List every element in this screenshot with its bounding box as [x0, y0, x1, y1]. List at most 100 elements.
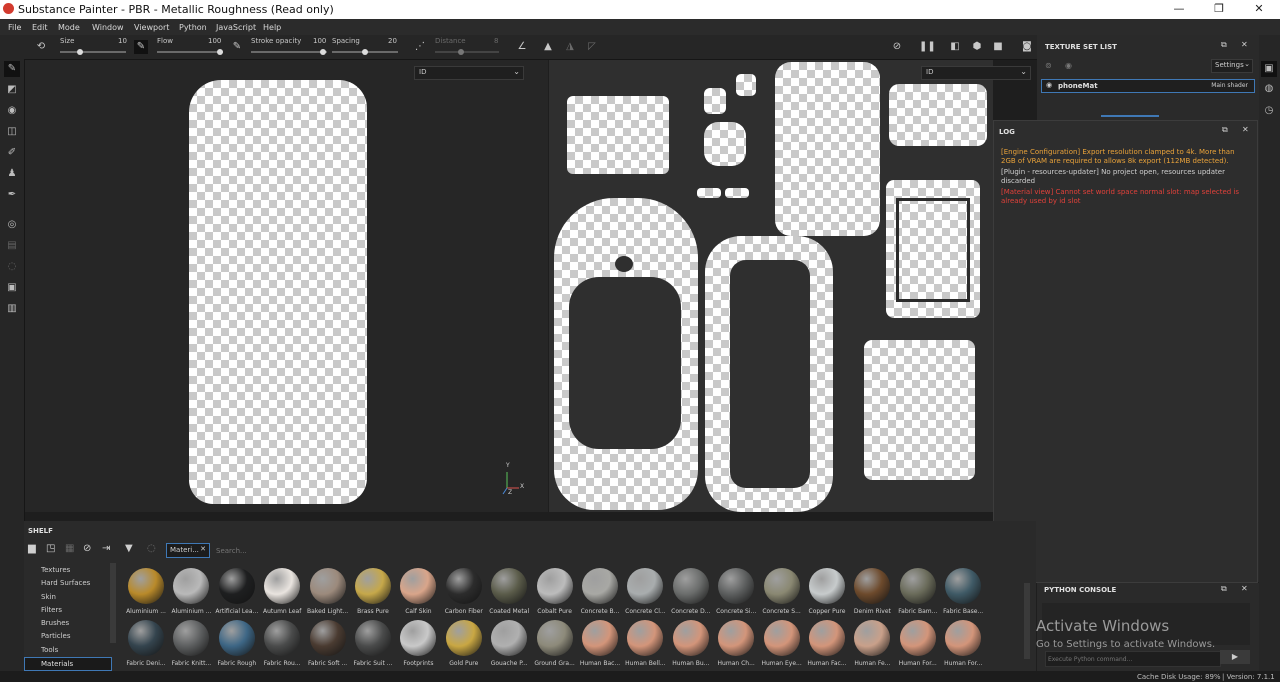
material-thumbnail[interactable]: Human For... — [898, 620, 938, 667]
material-thumbnail[interactable]: Concrete S... — [762, 568, 802, 615]
filter-icon[interactable]: ▼ — [125, 543, 133, 554]
delete-icon[interactable]: ▦ — [65, 543, 74, 554]
material-thumbnail[interactable]: Fabric Base... — [943, 568, 983, 615]
menu-file[interactable]: File — [8, 23, 21, 32]
distance-slider[interactable] — [435, 51, 499, 53]
spacing-slider-handle[interactable] — [362, 49, 368, 55]
menu-python[interactable]: Python — [179, 23, 207, 32]
angle-icon[interactable]: ∠ — [515, 40, 529, 54]
material-thumbnail[interactable]: Calf Skin — [398, 568, 438, 615]
projection-tool-icon[interactable]: ◉ — [4, 103, 20, 119]
material-thumbnail[interactable]: Fabric Deni... — [126, 620, 166, 667]
material-thumbnail[interactable]: Aluminium ... — [171, 568, 211, 615]
import-icon[interactable]: ⇥ — [102, 543, 110, 554]
eraser-icon[interactable]: ◩ — [4, 82, 20, 98]
symmetry-settings-icon[interactable]: ◮ — [563, 40, 577, 54]
size-value[interactable]: 10 — [118, 37, 127, 45]
material-thumbnail[interactable]: Autumn Leaf — [262, 568, 302, 615]
paint-brush-icon[interactable]: ✎ — [4, 61, 20, 77]
float-panel-icon[interactable]: ⧉ — [1222, 125, 1228, 135]
stroke-opacity-value[interactable]: 100 — [313, 37, 326, 45]
video-icon[interactable]: ■ — [991, 40, 1005, 54]
run-python-button[interactable]: ▶ — [1220, 650, 1250, 664]
material-thumbnail[interactable]: Denim Rivet — [852, 568, 892, 615]
material-thumbnail[interactable]: Ground Gra... — [534, 620, 575, 667]
category-hard-surfaces[interactable]: Hard Surfaces — [41, 579, 90, 587]
menu-mode[interactable]: Mode — [58, 23, 80, 32]
close-panel-icon[interactable]: ✕ — [1241, 584, 1248, 593]
hide-icon[interactable]: ⊘ — [890, 40, 904, 54]
geometry-icon[interactable]: ▤ — [4, 238, 20, 254]
material-thumbnail[interactable]: Human Bell... — [625, 620, 666, 667]
menu-edit[interactable]: Edit — [32, 23, 48, 32]
material-thumbnail[interactable]: Human Fe... — [852, 620, 892, 667]
size-slider-handle[interactable] — [77, 49, 83, 55]
viewport-2d[interactable]: ID ⌄ — [549, 60, 1031, 512]
material-thumbnail[interactable]: Fabric Rou... — [262, 620, 302, 667]
float-panel-icon[interactable]: ⧉ — [1221, 40, 1227, 50]
material-thumbnail[interactable]: Gold Pure — [444, 620, 484, 667]
texture-set-item[interactable]: ◉ phoneMat Main shader — [1041, 79, 1255, 93]
flow-slider[interactable] — [157, 51, 223, 53]
category-brushes[interactable]: Brushes — [41, 619, 69, 627]
pen-pressure-icon[interactable]: ✎ — [134, 40, 148, 54]
lazy-mouse-toggle-icon[interactable]: ⋰ — [413, 40, 427, 54]
spacing-value[interactable]: 20 — [388, 37, 397, 45]
category-skin[interactable]: Skin — [41, 593, 56, 601]
settings-button[interactable]: Settings ⌄ — [1211, 59, 1253, 73]
flow-slider-handle[interactable] — [217, 49, 223, 55]
material-thumbnail[interactable]: Human Fac... — [807, 620, 847, 667]
physics-icon[interactable]: ◌ — [4, 259, 20, 275]
material-thumbnail[interactable]: Artificial Lea... — [215, 568, 258, 615]
material-thumbnail[interactable]: Human For... — [943, 620, 983, 667]
viewport-3d[interactable]: ID ⌄ Y X Z — [25, 60, 548, 512]
material-thumbnail[interactable]: Fabric Rough — [217, 620, 257, 667]
material-thumbnail[interactable]: Concrete Cl... — [625, 568, 666, 615]
viewport-3d-channel-select[interactable]: ID ⌄ — [414, 66, 524, 80]
camera-mode-icon[interactable]: ⬢ — [970, 40, 984, 54]
category-particles[interactable]: Particles — [41, 632, 71, 640]
material-thumbnail[interactable]: Human Bac... — [580, 620, 620, 667]
category-tools[interactable]: Tools — [41, 646, 58, 654]
material-thumbnail[interactable]: Fabric Suit ... — [353, 620, 393, 667]
material-thumbnail[interactable]: Concrete Si... — [716, 568, 756, 615]
material-thumbnail[interactable]: Coated Metal — [489, 568, 529, 615]
visibility-icon[interactable]: ◉ — [1046, 81, 1052, 89]
material-thumbnail[interactable]: Copper Pure — [807, 568, 847, 615]
viewport-2d-channel-select[interactable]: ID ⌄ — [921, 66, 1031, 80]
polygon-fill-icon[interactable]: ◫ — [4, 124, 20, 140]
shelf-search-input[interactable] — [214, 543, 598, 558]
material-thumbnail[interactable]: Human Ch... — [716, 620, 756, 667]
screenshot-icon[interactable]: ◙ — [1020, 40, 1034, 54]
stroke-opacity-slider[interactable] — [251, 51, 327, 53]
material-thumbnail[interactable]: Fabric Bam... — [898, 568, 938, 615]
category-textures[interactable]: Textures — [41, 566, 70, 574]
history-icon[interactable]: ◷ — [1261, 103, 1277, 119]
material-thumbnail[interactable]: Baked Light... — [307, 568, 348, 615]
refresh-icon[interactable]: ◌ — [147, 543, 156, 554]
menu-help[interactable]: Help — [263, 23, 281, 32]
display-settings-icon[interactable]: ◍ — [1261, 81, 1277, 97]
visibility-icon[interactable]: ◉ — [1065, 61, 1072, 70]
flow-pressure-icon[interactable]: ✎ — [230, 40, 244, 54]
material-thumbnail[interactable]: Carbon Fiber — [444, 568, 484, 615]
texture-set-toggle-icon[interactable]: ⊚ — [1045, 61, 1052, 70]
texture-set-tab-icon[interactable]: ▣ — [1261, 61, 1277, 77]
menu-viewport[interactable]: Viewport — [134, 23, 169, 32]
material-thumbnail[interactable]: Gouache P... — [489, 620, 529, 667]
maximize-button[interactable]: ❐ — [1212, 2, 1226, 16]
close-panel-icon[interactable]: ✕ — [1242, 125, 1249, 134]
view-mode-icon[interactable]: ◧ — [948, 40, 962, 54]
photoshop-icon[interactable]: ▣ — [4, 280, 20, 296]
minimize-button[interactable]: — — [1172, 2, 1186, 16]
bake-icon[interactable]: ◎ — [4, 217, 20, 233]
material-thumbnail[interactable]: Human Eye... — [761, 620, 802, 667]
material-thumbnail[interactable]: Footprints — [398, 620, 438, 667]
smudge-icon[interactable]: ✐ — [4, 145, 20, 161]
size-slider[interactable] — [60, 51, 126, 53]
pause-icon[interactable]: ❚❚ — [919, 40, 936, 54]
search-filter-tag[interactable]: Materi... ✕ — [166, 543, 210, 558]
symmetry-icon[interactable]: ▲ — [541, 40, 555, 54]
material-thumbnail[interactable]: Cobalt Pure — [535, 568, 575, 615]
lazy-mouse-icon[interactable]: ⟲ — [34, 40, 48, 54]
